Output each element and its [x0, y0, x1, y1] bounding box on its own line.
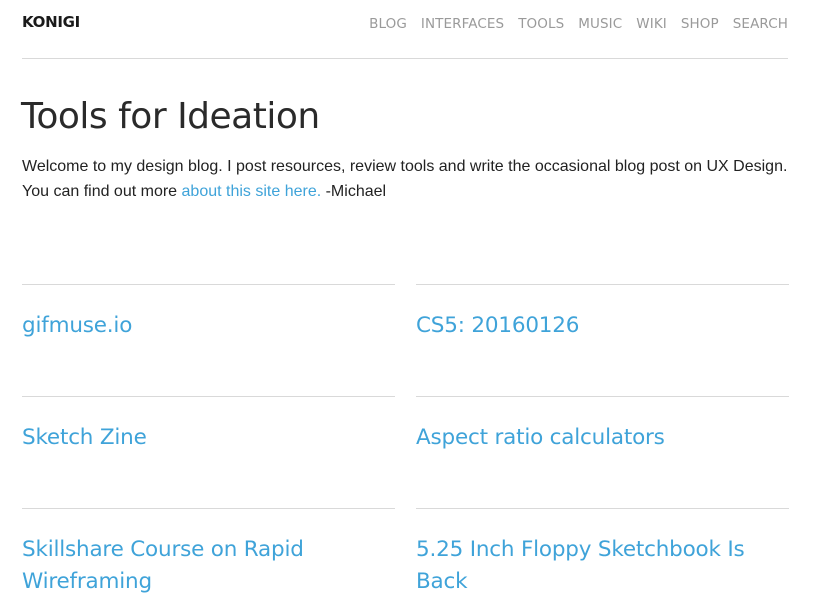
nav-music[interactable]: MUSIC [578, 16, 622, 32]
post-link-aspect-ratio[interactable]: Aspect ratio calculators [416, 422, 789, 454]
post-link-sketch-zine[interactable]: Sketch Zine [22, 422, 395, 454]
post-card: CS5: 20160126 [416, 284, 789, 396]
post-link-gifmuse[interactable]: gifmuse.io [22, 310, 395, 342]
intro-line-1: Welcome to my design blog. I post resour… [22, 158, 788, 175]
nav-interfaces[interactable]: INTERFACES [421, 16, 504, 32]
site-header: KONIGI BLOG INTERFACES TOOLS MUSIC WIKI … [22, 0, 788, 59]
nav-wiki[interactable]: WIKI [636, 16, 667, 32]
post-card: Sketch Zine [22, 396, 395, 508]
post-card: Skillshare Course on Rapid Wireframing [22, 508, 395, 613]
intro-text: Welcome to my design blog. I post resour… [22, 154, 802, 204]
nav-blog[interactable]: BLOG [369, 16, 407, 32]
nav-shop[interactable]: SHOP [681, 16, 719, 32]
nav-tools[interactable]: TOOLS [518, 16, 564, 32]
post-link-skillshare[interactable]: Skillshare Course on Rapid Wireframing [22, 534, 395, 598]
post-link-floppy-sketchbook[interactable]: 5.25 Inch Floppy Sketchbook Is Back [416, 534, 789, 598]
site-logo[interactable]: KONIGI [22, 13, 80, 31]
main-nav: BLOG INTERFACES TOOLS MUSIC WIKI SHOP SE… [369, 16, 788, 32]
nav-search[interactable]: SEARCH [733, 16, 788, 32]
page-title: Tools for Ideation [21, 96, 320, 137]
post-grid: gifmuse.io CS5: 20160126 Sketch Zine Asp… [22, 284, 789, 613]
post-card: gifmuse.io [22, 284, 395, 396]
intro-signature: -Michael [321, 183, 387, 200]
about-link[interactable]: about this site here. [182, 183, 322, 200]
post-card: Aspect ratio calculators [416, 396, 789, 508]
post-link-cs5[interactable]: CS5: 20160126 [416, 310, 789, 342]
post-card: 5.25 Inch Floppy Sketchbook Is Back [416, 508, 789, 613]
intro-line-2-prefix: You can find out more [22, 183, 182, 200]
